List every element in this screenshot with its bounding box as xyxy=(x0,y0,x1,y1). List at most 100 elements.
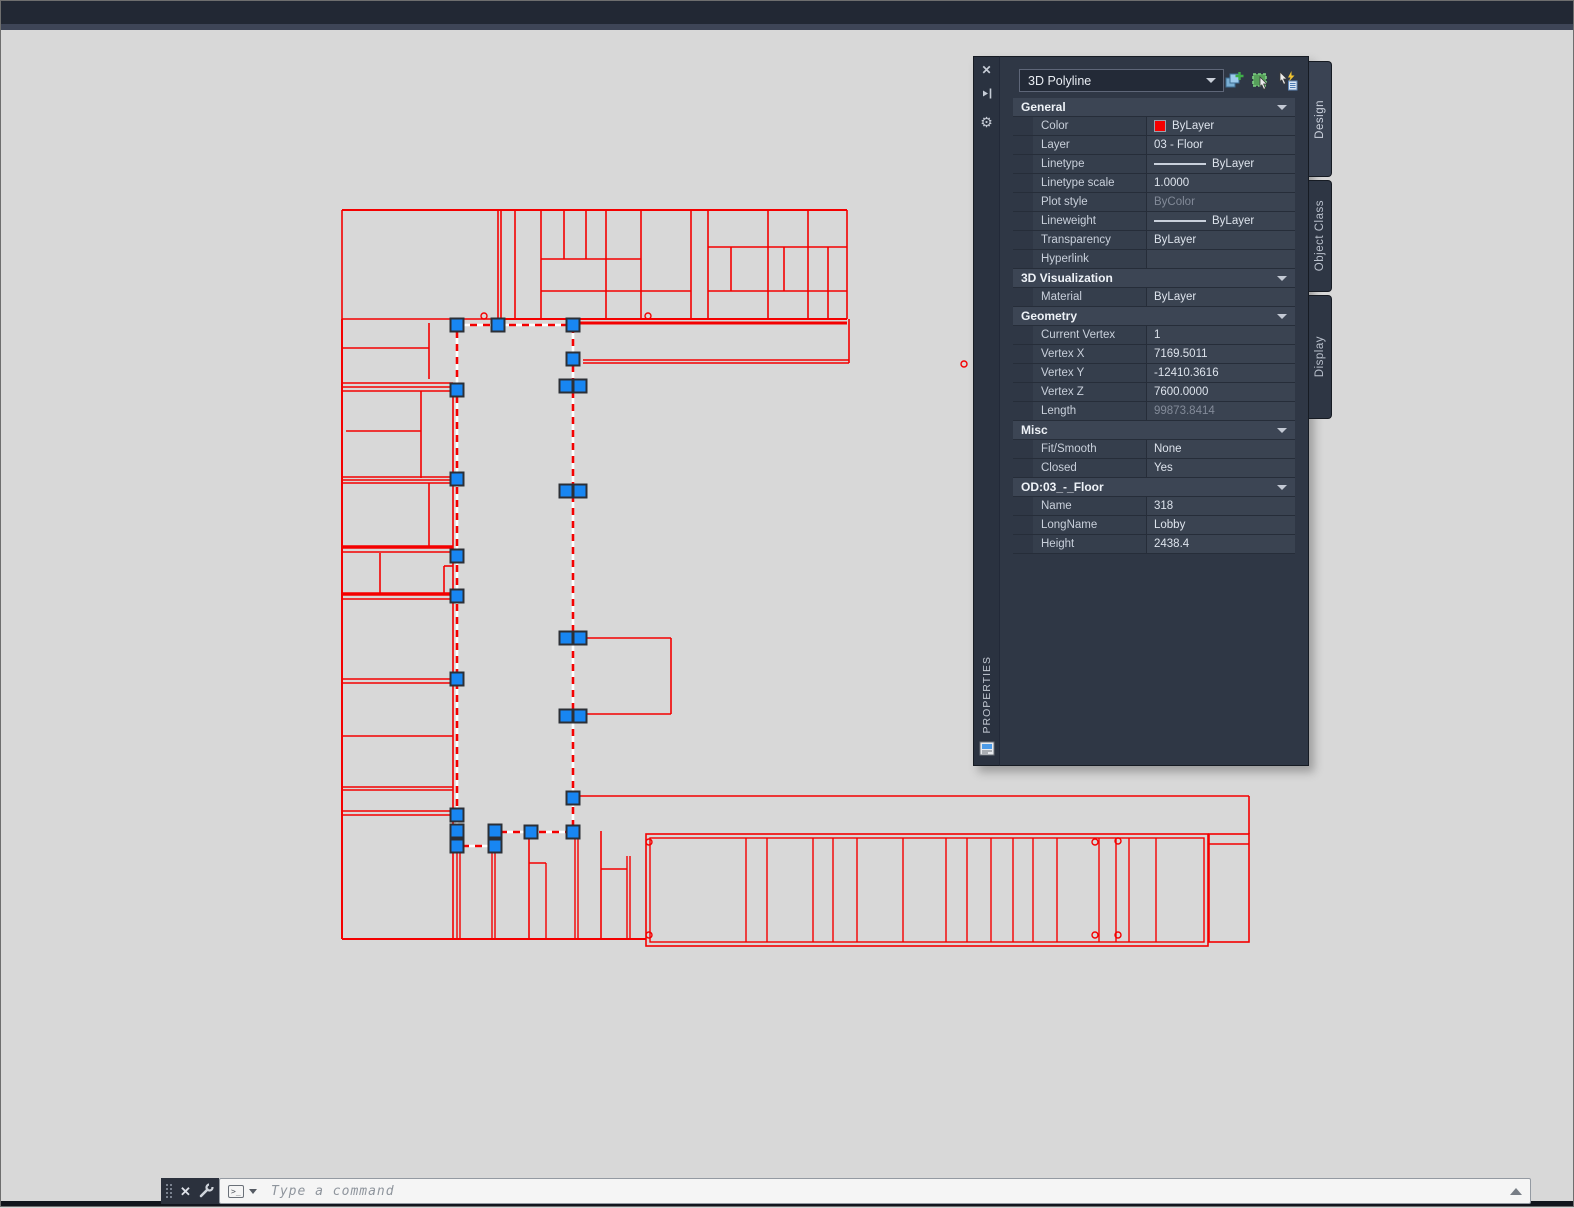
recent-commands-caret-icon[interactable] xyxy=(249,1188,257,1194)
property-row: Current Vertex 1 xyxy=(1013,326,1295,345)
expand-history-icon[interactable] xyxy=(1510,1187,1522,1195)
property-row: Fit/Smooth None xyxy=(1013,440,1295,459)
vertex-grip[interactable] xyxy=(449,317,465,333)
section-header[interactable]: Geometry xyxy=(1013,307,1295,326)
object-type-dropdown[interactable]: 3D Polyline xyxy=(1019,69,1224,92)
property-value[interactable]: ByLayer xyxy=(1147,231,1295,249)
row-indent xyxy=(1013,535,1033,553)
vertex-grip[interactable] xyxy=(565,351,581,367)
command-bar: ✕ >_ Type a command xyxy=(161,1178,1531,1204)
vertex-grip[interactable] xyxy=(487,823,503,839)
property-value[interactable]: ByColor xyxy=(1147,193,1295,211)
property-row: Lineweight ByLayer xyxy=(1013,212,1295,231)
vertex-grip[interactable] xyxy=(558,483,574,499)
close-icon[interactable]: ✕ xyxy=(180,1185,191,1198)
property-value[interactable]: Yes xyxy=(1147,459,1295,477)
vertex-grip[interactable] xyxy=(565,317,581,333)
chevron-down-icon[interactable] xyxy=(1277,104,1287,110)
vertex-grip[interactable] xyxy=(449,382,465,398)
quick-select-icon[interactable] xyxy=(1250,70,1271,91)
vertex-grip[interactable] xyxy=(572,708,588,724)
property-value[interactable]: 1 xyxy=(1147,326,1295,344)
side-tab-design[interactable]: Design xyxy=(1309,61,1332,177)
property-value[interactable]: ByLayer xyxy=(1147,155,1295,173)
property-value[interactable]: -12410.3616 xyxy=(1147,364,1295,382)
vertex-grip[interactable] xyxy=(449,838,465,854)
chevron-down-icon[interactable] xyxy=(1277,427,1287,433)
property-value[interactable]: ByLayer xyxy=(1147,288,1295,306)
property-value[interactable]: 1.0000 xyxy=(1147,174,1295,192)
vertex-grip[interactable] xyxy=(558,630,574,646)
property-value[interactable]: None xyxy=(1147,440,1295,458)
vertex-grip[interactable] xyxy=(565,824,581,840)
property-value[interactable]: 03 - Floor xyxy=(1147,136,1295,154)
property-value[interactable] xyxy=(1147,250,1295,268)
autocad-window: { "colors": { "drawing_red": "#F40000", … xyxy=(0,0,1574,1207)
property-row: Linetype scale 1.0000 xyxy=(1013,174,1295,193)
customize-wrench-icon[interactable] xyxy=(198,1183,214,1199)
vertex-grip[interactable] xyxy=(572,378,588,394)
vertex-grip[interactable] xyxy=(490,317,506,333)
vertex-grip[interactable] xyxy=(449,671,465,687)
property-value[interactable]: 2438.4 xyxy=(1147,535,1295,553)
side-tab-label: Object Class xyxy=(1314,200,1326,272)
section-header[interactable]: 3D Visualization xyxy=(1013,269,1295,288)
property-value[interactable]: 99873.8414 xyxy=(1147,402,1295,420)
vertex-grip[interactable] xyxy=(449,807,465,823)
drag-grip-icon[interactable] xyxy=(166,1183,173,1199)
vertex-grip[interactable] xyxy=(487,838,503,854)
property-row: Name 318 xyxy=(1013,497,1295,516)
vertex-grip[interactable] xyxy=(449,823,465,839)
door-mark xyxy=(645,838,653,846)
vertex-grip[interactable] xyxy=(558,708,574,724)
vertex-grip[interactable] xyxy=(449,588,465,604)
property-label: Height xyxy=(1033,535,1147,553)
vertex-grip[interactable] xyxy=(449,471,465,487)
room-outline xyxy=(1208,833,1250,943)
floor-plan-canvas[interactable] xyxy=(1,1,1574,1208)
property-label: Closed xyxy=(1033,459,1147,477)
property-label: Plot style xyxy=(1033,193,1147,211)
vertex-grip[interactable] xyxy=(572,483,588,499)
command-bar-handle[interactable]: ✕ xyxy=(161,1178,219,1204)
property-value[interactable]: Lobby xyxy=(1147,516,1295,534)
vertex-grip[interactable] xyxy=(572,630,588,646)
properties-menu-icon[interactable]: ⚙ xyxy=(980,115,993,129)
property-label: Linetype xyxy=(1033,155,1147,173)
property-value[interactable]: 7169.5011 xyxy=(1147,345,1295,363)
row-indent xyxy=(1013,326,1033,344)
chevron-down-icon[interactable] xyxy=(1277,313,1287,319)
command-input[interactable]: >_ Type a command xyxy=(219,1178,1531,1204)
property-value[interactable]: ByLayer xyxy=(1147,212,1295,230)
row-indent xyxy=(1013,193,1033,211)
property-value[interactable]: ByLayer xyxy=(1147,117,1295,135)
vertex-grip[interactable] xyxy=(558,378,574,394)
vertex-grip[interactable] xyxy=(449,548,465,564)
property-label: Fit/Smooth xyxy=(1033,440,1147,458)
row-indent xyxy=(1013,383,1033,401)
selected-polyline xyxy=(455,323,575,848)
vertex-grip[interactable] xyxy=(523,824,539,840)
property-value[interactable]: 318 xyxy=(1147,497,1295,515)
section-header[interactable]: General xyxy=(1013,98,1295,117)
property-label: Length xyxy=(1033,402,1147,420)
side-tab-label: Display xyxy=(1314,336,1326,378)
close-icon[interactable]: ✕ xyxy=(981,64,991,76)
side-tab-display[interactable]: Display xyxy=(1309,295,1332,419)
row-indent xyxy=(1013,459,1033,477)
chevron-down-icon[interactable] xyxy=(1277,484,1287,490)
selected-polyline-underlay xyxy=(455,323,575,848)
property-label: Current Vertex xyxy=(1033,326,1147,344)
auto-hide-icon[interactable] xyxy=(980,87,993,104)
section-header[interactable]: Misc xyxy=(1013,421,1295,440)
side-tab-object-class[interactable]: Object Class xyxy=(1309,180,1332,292)
chevron-down-icon[interactable] xyxy=(1277,275,1287,281)
new-selection-icon[interactable] xyxy=(1223,70,1244,91)
vertex-grip[interactable] xyxy=(565,790,581,806)
section-header[interactable]: OD:03_-_Floor xyxy=(1013,478,1295,497)
command-placeholder: Type a command xyxy=(271,1183,395,1199)
palette-icon[interactable] xyxy=(979,741,995,761)
toggle-value-icon[interactable] xyxy=(1277,70,1298,91)
property-label: Hyperlink xyxy=(1033,250,1147,268)
property-value[interactable]: 7600.0000 xyxy=(1147,383,1295,401)
